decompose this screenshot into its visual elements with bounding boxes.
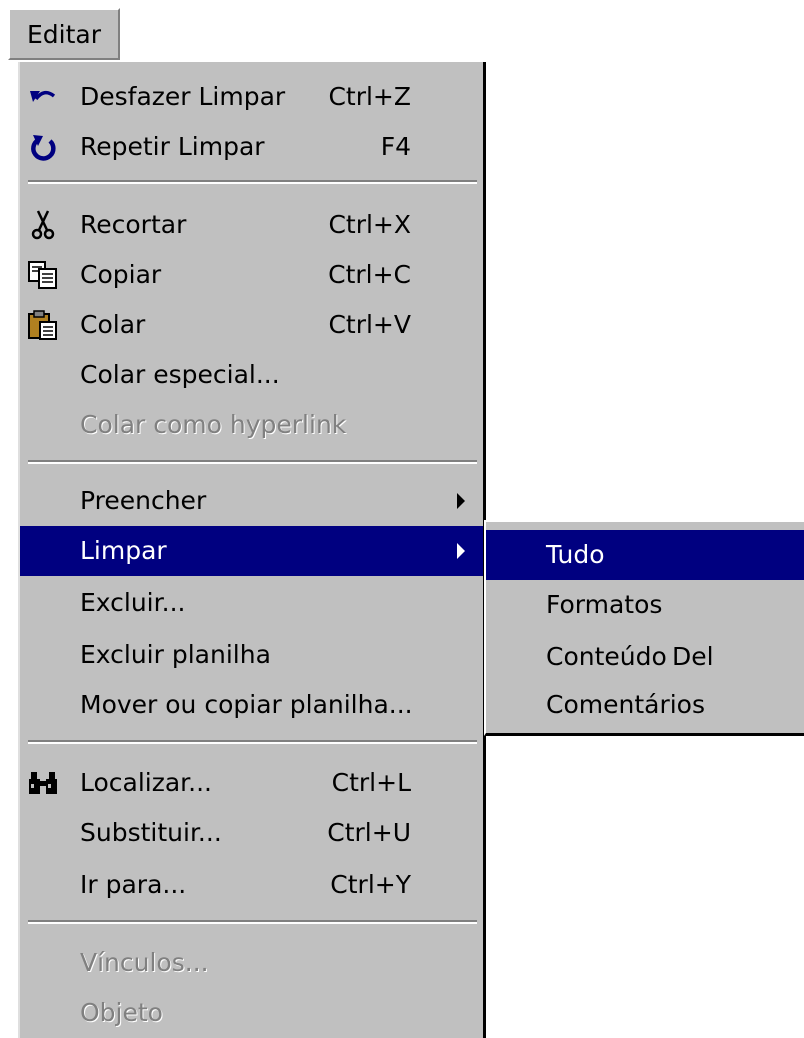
menu-item-colar-especial[interactable]: Colar especial... [20, 350, 483, 400]
menu-item-desfazer-limpar[interactable]: Desfazer Limpar Ctrl+Z [20, 72, 483, 122]
undo-icon [26, 80, 60, 114]
menu-item-vinculos: Vínculos... [80, 948, 209, 977]
menu-item-substituir[interactable]: Substituir... Ctrl+U [20, 808, 483, 858]
copy-icon [26, 258, 60, 292]
submenu-arrow-icon [457, 493, 465, 509]
menu-separator [28, 180, 477, 184]
submenu-item-conteudo[interactable]: Conteúdo Del [486, 632, 804, 682]
redo-icon [26, 130, 60, 164]
menu-item-copiar[interactable]: Copiar Ctrl+C [20, 250, 483, 300]
binoculars-icon [26, 766, 60, 800]
menu-item-colar-como-hyperlink: Colar como hyperlink [80, 410, 347, 439]
menu-editar[interactable]: Editar [8, 8, 120, 60]
menu-separator [28, 460, 477, 464]
menu-item-preencher[interactable]: Preencher [20, 476, 483, 526]
submenu-arrow-icon [457, 543, 465, 559]
menu-item-recortar[interactable]: Recortar Ctrl+X [20, 200, 483, 250]
menu-item-repetir-limpar[interactable]: Repetir Limpar F4 [20, 122, 483, 172]
menu-item-localizar[interactable]: Localizar... Ctrl+L [20, 758, 483, 808]
menu-item-mover-ou-copiar-planilha[interactable]: Mover ou copiar planilha... [20, 680, 483, 730]
submenu-item-comentarios[interactable]: Comentários [486, 680, 804, 730]
menu-item-excluir-planilha[interactable]: Excluir planilha [20, 630, 483, 680]
menu-item-excluir[interactable]: Excluir... [20, 578, 483, 628]
submenu-item-formatos[interactable]: Formatos [486, 580, 804, 630]
limpar-submenu: Tudo Formatos Conteúdo Del Comentários [484, 520, 804, 736]
menu-item-colar[interactable]: Colar Ctrl+V [20, 300, 483, 350]
menu-editar-label: Editar [26, 19, 101, 49]
menu-separator [28, 740, 477, 744]
menu-item-limpar[interactable]: Limpar [20, 526, 483, 576]
menu-item-ir-para[interactable]: Ir para... Ctrl+Y [20, 860, 483, 910]
menu-separator [28, 920, 477, 924]
paste-icon [26, 308, 60, 342]
menu-item-objeto: Objeto [80, 998, 163, 1027]
submenu-item-tudo[interactable]: Tudo [486, 530, 804, 580]
edit-menu-dropdown: Desfazer Limpar Ctrl+Z Repetir Limpar F4… [18, 62, 486, 1038]
scissors-icon [26, 208, 60, 242]
